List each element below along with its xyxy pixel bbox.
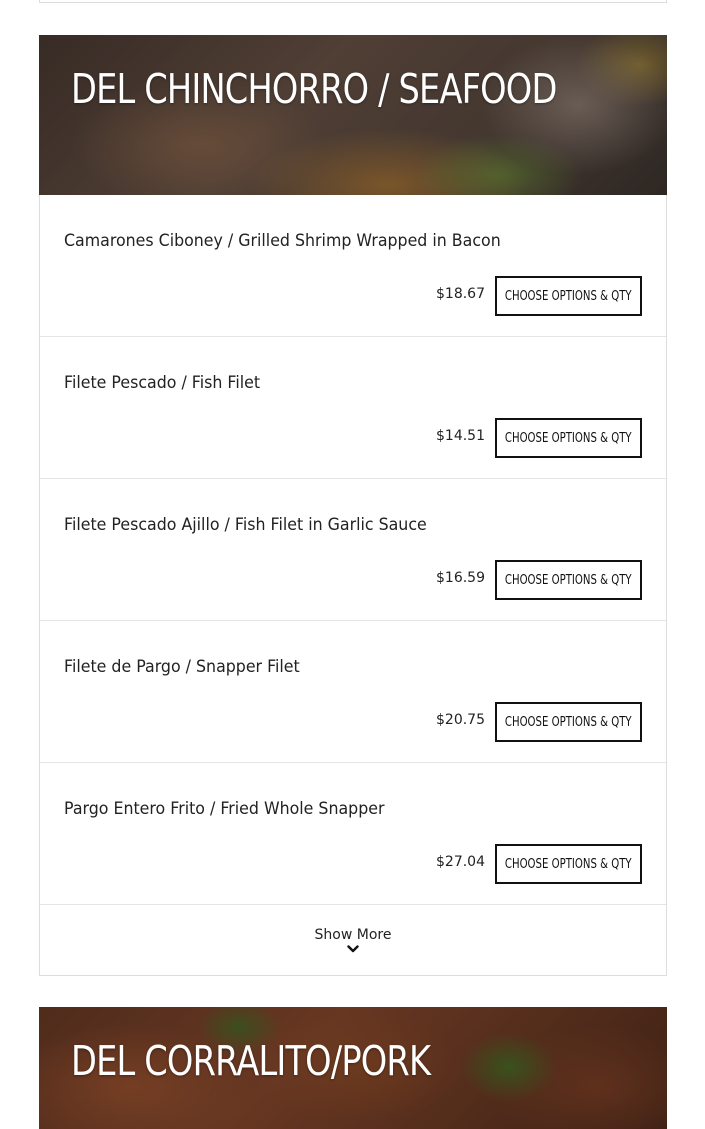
menu-item: Pargo Entero Frito / Fried Whole Snapper… [40, 763, 666, 905]
choose-options-label: CHOOSE OPTIONS & QTY [505, 714, 632, 730]
choose-options-label: CHOOSE OPTIONS & QTY [505, 430, 632, 446]
show-more-button[interactable]: Show More [40, 905, 666, 975]
pork-section-banner: DEL CORRALITO/PORK [39, 1007, 667, 1129]
item-price: $18.67 [436, 286, 485, 302]
menu-page: DEL CHINCHORRO / SEAFOOD Camarones Cibon… [0, 0, 705, 1129]
item-name: Pargo Entero Frito / Fried Whole Snapper [64, 799, 385, 819]
item-price: $16.59 [436, 570, 485, 586]
item-price: $20.75 [436, 712, 485, 728]
section-title-seafood: DEL CHINCHORRO / SEAFOOD [71, 65, 557, 113]
choose-options-label: CHOOSE OPTIONS & QTY [505, 288, 632, 304]
choose-options-button[interactable]: CHOOSE OPTIONS & QTY [495, 560, 642, 600]
choose-options-label: CHOOSE OPTIONS & QTY [505, 572, 632, 588]
previous-menu-card [39, 0, 667, 3]
menu-item: Filete Pescado Ajillo / Fish Filet in Ga… [40, 479, 666, 621]
choose-options-button[interactable]: CHOOSE OPTIONS & QTY [495, 276, 642, 316]
section-title-pork: DEL CORRALITO/PORK [71, 1037, 431, 1085]
item-price: $27.04 [436, 854, 485, 870]
item-price: $14.51 [436, 428, 485, 444]
item-name: Camarones Ciboney / Grilled Shrimp Wrapp… [64, 231, 501, 251]
seafood-section-banner: DEL CHINCHORRO / SEAFOOD [39, 35, 667, 195]
menu-item: Camarones Ciboney / Grilled Shrimp Wrapp… [40, 195, 666, 337]
item-name: Filete Pescado Ajillo / Fish Filet in Ga… [64, 515, 427, 535]
chevron-down-icon [347, 945, 359, 953]
item-name: Filete de Pargo / Snapper Filet [64, 657, 300, 677]
choose-options-button[interactable]: CHOOSE OPTIONS & QTY [495, 844, 642, 884]
choose-options-label: CHOOSE OPTIONS & QTY [505, 856, 632, 872]
item-name: Filete Pescado / Fish Filet [64, 373, 261, 393]
choose-options-button[interactable]: CHOOSE OPTIONS & QTY [495, 418, 642, 458]
choose-options-button[interactable]: CHOOSE OPTIONS & QTY [495, 702, 642, 742]
show-more-label: Show More [314, 927, 392, 943]
seafood-menu-list: Camarones Ciboney / Grilled Shrimp Wrapp… [39, 195, 667, 976]
menu-item: Filete Pescado / Fish Filet $14.51 CHOOS… [40, 337, 666, 479]
menu-item: Filete de Pargo / Snapper Filet $20.75 C… [40, 621, 666, 763]
